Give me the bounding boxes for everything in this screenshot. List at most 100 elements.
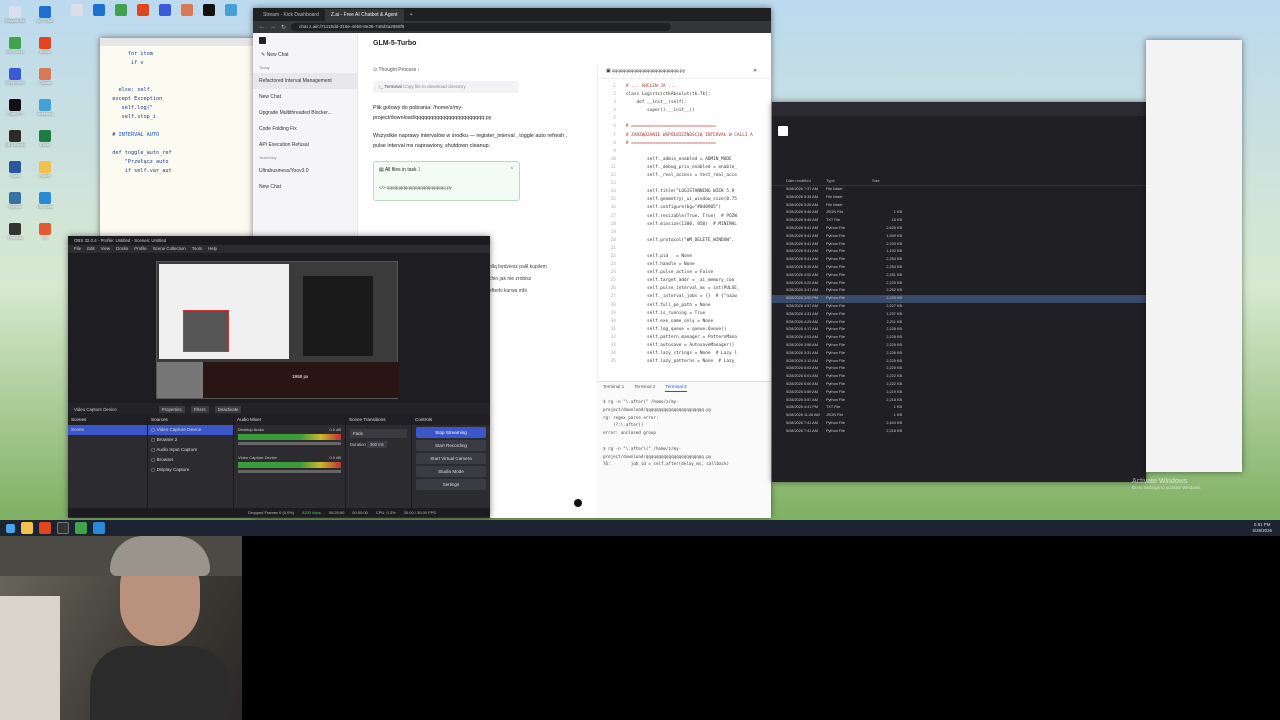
back-icon[interactable]: ← [259,24,265,30]
desktop-icon[interactable]: Recycle Bin [4,6,26,32]
obs-menu-item[interactable]: Edit [87,245,95,253]
file-row[interactable]: 5/28/2026 7:37 AM File folder [772,186,1146,194]
sidebar-chat-item[interactable]: New Chat [253,179,357,195]
start-icon[interactable] [6,523,15,533]
browser-tab-active[interactable]: Z.ai - Free AI Chatbot & Agent [324,9,404,21]
obs-menu-item[interactable]: Profile [134,245,146,253]
file-row[interactable]: 5/28/2026 4:57 AM Python File 2,227 KB [772,303,1146,311]
column-header[interactable]: Date modified [772,176,826,185]
chevron-up-icon[interactable]: ⌃ [510,167,514,173]
desktop-icon[interactable] [66,4,88,30]
explorer-icon[interactable] [21,522,33,534]
source-item[interactable]: ▢ Browser [148,455,233,465]
desktop-icon[interactable] [220,4,242,30]
desktop-icon[interactable]: Terminal [4,223,26,249]
filters-button[interactable]: Filters [190,405,209,413]
source-item[interactable]: ▢ Browser 2 [148,435,233,445]
forward-icon[interactable]: → [270,24,276,30]
obs-icon[interactable] [57,522,69,534]
desktop-icon[interactable]: OBS Studio [4,130,26,156]
file-row[interactable]: 5/28/2026 5:41 AM Python File 2,626 KB [772,225,1146,233]
desktop-icon[interactable]: Word [4,161,26,187]
file-row[interactable]: 5/28/2026 5:26 AM File folder [772,202,1146,210]
desktop-icon[interactable]: Brave [34,37,56,63]
sidebar-chat-item[interactable]: API Execution Refusal [253,137,357,153]
sidebar-chat-item[interactable]: Refactored Interval Management [253,73,357,89]
address-bar[interactable]: chat.z.ai/c/71118dd-316e-4eb6-8e36-748d3… [291,23,671,31]
file-row[interactable]: 5/28/2026 7:41 AM Python File 2,218 KB [772,428,1146,436]
desktop-icon[interactable]: Git [34,223,56,249]
system-clock[interactable]: 5:51 PM 5/28/2026 [1252,522,1272,534]
file-row[interactable]: 5/28/2026 5:41 AM Python File 2,233 KB [772,241,1146,249]
terminal-tool-chip[interactable]: ›_ Terminal Copy file to download direct… [373,81,519,93]
desktop-icon[interactable]: ChatGPT [4,99,26,125]
column-header[interactable]: Type [826,176,872,185]
sidebar-chat-item[interactable]: Code Folding Fix [253,121,357,137]
desktop-icon[interactable]: Python [4,192,26,218]
files-card[interactable]: ▤ All files in task 1 ⌃ </> qqqqqqqqqqqq… [373,161,520,201]
properties-button[interactable]: Properties [158,405,185,413]
desktop-icon[interactable]: VS Code [34,192,56,218]
file-row[interactable]: 5/28/2026 5:39 AM Python File 2,254 KB [772,264,1146,272]
desktop-icon[interactable] [88,4,110,30]
terminal-tab[interactable]: Terminal 2 [634,382,655,392]
file-row[interactable]: 5/28/2026 6:00 AM Python File 2,222 KB [772,381,1146,389]
file-row[interactable]: 5/28/2026 4:17 AM Python File 2,228 KB [772,326,1146,334]
file-row[interactable]: 5/28/2026 4:03 AM Python File 2,228 KB [772,334,1146,342]
file-row[interactable]: 5/28/2026 3:12 AM Python File 2,225 KB [772,358,1146,366]
desktop-icon[interactable]: ACI ONE [34,6,56,32]
file-row[interactable]: 5/28/2026 6:03 AM Python File 2,220 KB [772,365,1146,373]
file-row[interactable]: 5/28/2026 3:31 AM Python File 2,226 KB [772,350,1146,358]
desktop-icon[interactable]: Excel [34,130,56,156]
virtual-camera-button[interactable]: Start Virtual Camera [416,453,486,464]
file-row[interactable]: 5/28/2026 3:47 AM Python File 2,252 KB [772,287,1146,295]
terminal-tab[interactable]: Terminal 1 [603,382,624,392]
desktop-icon[interactable] [176,4,198,30]
desktop-icon[interactable]: Notepad [34,99,56,125]
file-row[interactable]: 5/28/2026 4:41 PM TXT File 1 KB [772,404,1146,412]
file-row[interactable]: 5/28/2026 3:00 PM Python File 2,233 KB [772,295,1146,303]
source-item[interactable]: ▢ Audio Input Capture [148,445,233,455]
obs-menu-item[interactable]: Tools [192,245,202,253]
studio-mode-button[interactable]: Studio Mode [416,466,486,477]
file-entry[interactable]: </> qqqqqqqqqqqqqqqqqqqqqqq.py [379,185,514,190]
obs-menu-item[interactable]: Scene Collection [153,245,186,253]
vscode-icon[interactable] [93,522,105,534]
desktop-icon[interactable] [110,4,132,30]
desktop-icon[interactable] [198,4,220,30]
file-row[interactable]: 5/28/2026 5:41 AM Python File 1,949 KB [772,233,1146,241]
file-row[interactable]: 5/28/2026 5:41 AM Python File 1,192 KB [772,248,1146,256]
scene-item[interactable]: Scene [68,425,147,435]
thought-process-toggle[interactable]: ⊙ Thought Process › [373,67,583,73]
file-row[interactable]: 5/28/2026 4:52 AM Python File 2,281 KB [772,272,1146,280]
desktop-icon[interactable]: Claude [34,68,56,94]
source-item[interactable]: ▢ Video Capture Device [148,425,233,435]
start-recording-button[interactable]: Start Recording [416,440,486,451]
file-row[interactable]: 5/28/2026 5:59 AM Python File 2,219 KB [772,389,1146,397]
file-row[interactable]: 5/28/2026 5:45 AM TXT File 16 KB [772,217,1146,225]
obs-menu-item[interactable]: View [101,245,110,253]
desktop-icon[interactable]: DeepSeek [4,68,26,94]
chrome-icon[interactable] [75,522,87,534]
duration-field[interactable]: Duration 300 ms [350,441,407,448]
obs-menu-item[interactable]: File [74,245,81,253]
transition-select[interactable]: Fade [350,429,407,438]
file-row[interactable]: 5/28/2026 6:01 AM Python File 2,222 KB [772,373,1146,381]
stop-generation-button[interactable] [574,499,582,507]
file-row[interactable]: 5/28/2026 5:41 AM Python File 2,254 KB [772,256,1146,264]
sidebar-chat-item[interactable]: New Chat [253,89,357,105]
file-row[interactable]: 5/28/2026 4:22 AM Python File 2,233 KB [772,280,1146,288]
sidebar-chat-item[interactable]: Ultrabusiness/Yoov3.0 [253,163,357,179]
brave-icon[interactable] [39,522,51,534]
file-row[interactable]: 5/28/2026 5:34 AM File folder [772,194,1146,202]
new-chat-button[interactable]: ✎ New Chat [253,47,357,63]
code-content[interactable]: # ... ARCLEN-JA ... class Logistc(ctkAbso… [616,83,771,366]
column-header[interactable]: Size [872,176,902,185]
stop-streaming-button[interactable]: Stop Streaming [416,427,486,438]
deactivate-button[interactable]: Deactivate [214,405,242,413]
obs-menu-item[interactable]: Help [208,245,217,253]
file-row[interactable]: 5/28/2026 3:58 AM Python File 2,226 KB [772,342,1146,350]
new-tab-button[interactable]: + [404,9,419,21]
obs-menu-item[interactable]: Docks [116,245,128,253]
terminal-tab-active[interactable]: Terminal 3 [665,382,687,392]
